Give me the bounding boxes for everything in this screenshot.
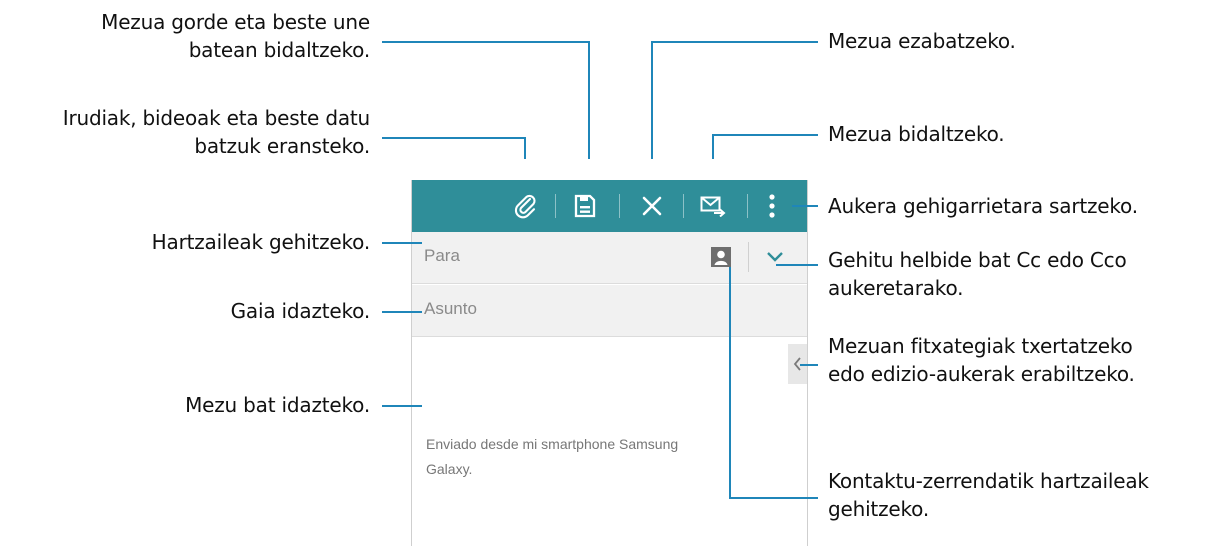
callout-save-line1: Mezua gorde eta beste une bbox=[101, 10, 370, 34]
connector-send bbox=[712, 134, 714, 159]
action-separator bbox=[619, 194, 620, 218]
callout-cc-line1: Gehitu helbide bat Cc edo Cco bbox=[828, 248, 1127, 272]
connector-recipients bbox=[382, 242, 422, 244]
callout-subject: Gaia idazteko. bbox=[230, 299, 371, 323]
connector-attach bbox=[524, 137, 526, 159]
message-body[interactable]: Enviado desde mi smartphone Samsung Gala… bbox=[412, 338, 807, 546]
callout-send: Mezua bidaltzeko. bbox=[828, 122, 1005, 146]
callout-attach-line1: Irudiak, bideoak eta beste datu bbox=[62, 106, 370, 130]
action-bar bbox=[412, 180, 807, 232]
connector-insert bbox=[800, 364, 818, 366]
callout-more: Aukera gehigarrietara sartzeko. bbox=[828, 194, 1138, 218]
to-field[interactable]: Para bbox=[412, 232, 807, 284]
overflow-menu-icon bbox=[769, 194, 775, 218]
callout-insert: Mezuan fitxategiak txertatzeko edo edizi… bbox=[828, 332, 1135, 388]
subject-field[interactable]: Asunto bbox=[412, 285, 807, 337]
more-options-button[interactable] bbox=[757, 180, 787, 232]
callout-cc: Gehitu helbide bat Cc edo Cco aukeretara… bbox=[828, 246, 1127, 302]
callout-contacts-line1: Kontaktu-zerrendatik hartzaileak bbox=[828, 469, 1149, 493]
connector-send bbox=[712, 134, 818, 136]
attach-icon bbox=[514, 194, 536, 219]
close-icon bbox=[642, 196, 662, 216]
action-separator bbox=[683, 194, 684, 218]
callout-save: Mezua gorde eta beste une batean bidaltz… bbox=[20, 8, 370, 64]
contact-icon bbox=[711, 247, 731, 267]
callout-delete: Mezua ezabatzeko. bbox=[828, 29, 1016, 53]
send-button[interactable] bbox=[687, 180, 739, 232]
connector-cc bbox=[776, 264, 818, 266]
expand-cc-button[interactable] bbox=[760, 242, 790, 272]
signature-line2: Galaxy. bbox=[426, 461, 473, 477]
callout-contacts-line2: gehitzeko. bbox=[828, 497, 929, 521]
to-field-placeholder: Para bbox=[424, 246, 460, 265]
connector-subject bbox=[382, 311, 422, 313]
attach-button[interactable] bbox=[500, 180, 552, 232]
callout-attach-line2: batzuk eransteko. bbox=[194, 134, 370, 158]
action-separator bbox=[555, 194, 556, 218]
send-mail-icon bbox=[700, 196, 726, 217]
email-compose-screen: Para Asunto Enviado desde mi smartphone … bbox=[411, 180, 808, 546]
connector-delete bbox=[651, 41, 818, 43]
callout-cc-line2: aukeretarako. bbox=[828, 276, 964, 300]
connector-delete bbox=[651, 41, 653, 159]
callout-message: Mezu bat idazteko. bbox=[185, 393, 370, 417]
connector-contacts bbox=[729, 267, 731, 499]
subject-field-placeholder: Asunto bbox=[424, 299, 477, 318]
delete-button[interactable] bbox=[626, 180, 678, 232]
contact-picker-button[interactable] bbox=[706, 242, 736, 272]
connector-contacts bbox=[729, 497, 818, 499]
callout-insert-line2: edo edizio-aukerak erabiltzeko. bbox=[828, 362, 1135, 386]
connector-save bbox=[588, 41, 590, 159]
signature-line1: Enviado desde mi smartphone Samsung bbox=[426, 436, 679, 452]
callout-contacts: Kontaktu-zerrendatik hartzaileak gehitze… bbox=[828, 467, 1149, 523]
signature-text: Enviado desde mi smartphone Samsung Gala… bbox=[426, 432, 678, 482]
field-separator bbox=[748, 242, 749, 272]
connector-more bbox=[792, 205, 818, 207]
callout-insert-line1: Mezuan fitxategiak txertatzeko bbox=[828, 334, 1133, 358]
action-separator bbox=[747, 194, 748, 218]
save-button[interactable] bbox=[559, 180, 611, 232]
connector-message bbox=[382, 405, 422, 407]
save-icon bbox=[574, 194, 596, 218]
callout-attach: Irudiak, bideoak eta beste datu batzuk e… bbox=[0, 104, 370, 160]
connector-save bbox=[382, 41, 589, 43]
chevron-down-icon bbox=[767, 252, 783, 262]
callout-save-line2: batean bidaltzeko. bbox=[188, 38, 371, 62]
connector-attach bbox=[382, 137, 525, 139]
callout-recipients: Hartzaileak gehitzeko. bbox=[151, 230, 371, 254]
